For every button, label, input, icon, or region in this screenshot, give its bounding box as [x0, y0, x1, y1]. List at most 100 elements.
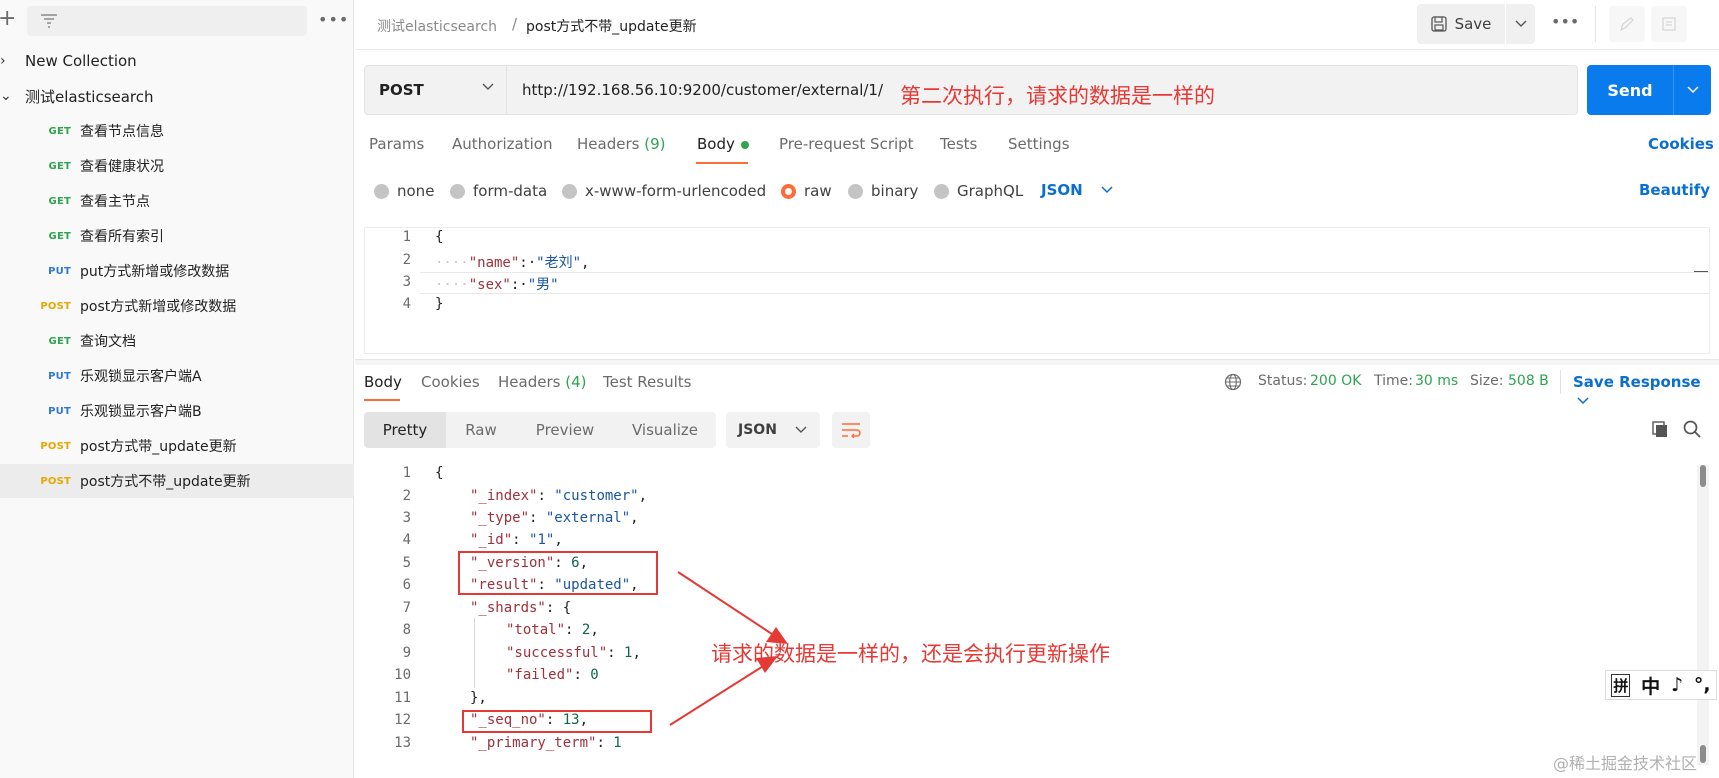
send-button[interactable]: Send [1587, 65, 1673, 115]
highlight-box-seq-no [462, 710, 652, 733]
response-tab-cookies[interactable]: Cookies [421, 373, 480, 391]
request-name: 乐观锁显示客户端B [80, 404, 202, 420]
response-tab-headers[interactable]: Headers (4) [498, 373, 586, 391]
request-name: 查看所有索引 [80, 229, 164, 245]
send-dropdown-button[interactable] [1673, 65, 1711, 115]
search-icon[interactable] [1683, 420, 1701, 438]
tab-pre-request-script[interactable]: Pre-request Script [779, 135, 914, 153]
view-pretty-button[interactable]: Pretty [364, 412, 446, 448]
more-options-icon[interactable]: ••• [1551, 12, 1579, 31]
http-method-select[interactable]: POST [364, 65, 507, 115]
filter-input[interactable] [27, 6, 307, 36]
sidebar-request-item[interactable]: PUT 乐观锁显示客户端A [0, 359, 354, 393]
sidebar-request-item[interactable]: POST post方式新增或修改数据 [0, 289, 354, 323]
sidebar-request-item[interactable]: POST post方式带_update更新 [0, 429, 354, 463]
sidebar-request-item[interactable]: GET 查看节点信息 [0, 114, 354, 148]
response-scrollbar[interactable] [1697, 465, 1709, 765]
sidebar-request-item[interactable]: GET 查询文档 [0, 324, 354, 358]
pane-splitter[interactable] [355, 359, 1719, 365]
http-method-value: POST [379, 81, 424, 99]
radio-none[interactable]: none [374, 182, 434, 200]
size-value[interactable]: 508 B [1508, 373, 1549, 389]
status-value[interactable]: 200 OK [1310, 373, 1361, 389]
chevron-down-icon [1686, 86, 1699, 94]
response-tab-test-results[interactable]: Test Results [603, 373, 691, 391]
cookies-link[interactable]: Cookies [1648, 135, 1714, 153]
radio-circle [450, 183, 465, 199]
new-collection-plus-icon[interactable]: + [0, 6, 16, 31]
save-response-button[interactable]: Save Response [1573, 373, 1719, 409]
response-active-tab-underline [364, 399, 400, 401]
edit-pencil-icon[interactable] [1609, 6, 1645, 42]
radio-label: none [397, 182, 435, 200]
request-method-badge: POST [40, 475, 71, 487]
radio-raw[interactable]: raw [781, 182, 832, 200]
time-value[interactable]: 30 ms [1415, 373, 1458, 389]
json-key: "failed" [506, 667, 574, 683]
radio-graphql[interactable]: GraphQL [934, 182, 1023, 200]
radio-label: GraphQL [957, 182, 1024, 200]
wrap-lines-button[interactable] [832, 412, 870, 448]
sidebar-request-item[interactable]: PUT put方式新增或修改数据 [0, 254, 354, 288]
line-number: 12 [394, 712, 411, 728]
raw-language-select[interactable]: JSON [1041, 181, 1113, 199]
chevron-down-icon [795, 426, 807, 433]
tab-tests[interactable]: Tests [940, 135, 977, 153]
json-value: "external" [545, 510, 631, 526]
chevron-right-icon[interactable]: › [0, 53, 25, 69]
documentation-icon[interactable] [1651, 6, 1687, 42]
json-value: "customer" [554, 488, 639, 504]
json-line-index: "_index": "customer", [470, 488, 648, 504]
radio-binary[interactable]: binary [848, 182, 918, 200]
tab-settings[interactable]: Settings [1008, 135, 1070, 153]
json-value: "1" [529, 532, 555, 548]
view-preview-button[interactable]: Preview [516, 412, 614, 448]
status-label: Status: [1258, 373, 1308, 389]
beautify-link[interactable]: Beautify [1639, 181, 1710, 199]
copy-icon[interactable] [1651, 420, 1669, 438]
chevron-down-icon [1101, 186, 1113, 194]
globe-icon[interactable] [1224, 373, 1242, 391]
save-label: Save [1454, 15, 1492, 33]
ime-toolbar[interactable]: 拼 中 ♪ °, [1605, 670, 1717, 700]
radio-form-data[interactable]: form-data [450, 182, 547, 200]
chevron-down-icon[interactable]: ⌄ [0, 88, 25, 104]
tab-authorization[interactable]: Authorization [452, 135, 552, 153]
save-dropdown-button[interactable] [1506, 4, 1535, 44]
raw-language-value: JSON [1041, 181, 1083, 199]
ime-chinese-icon[interactable]: 中 [1641, 672, 1660, 699]
view-raw-button[interactable]: Raw [446, 412, 516, 448]
request-name: put方式新增或修改数据 [80, 264, 230, 280]
line-number: 5 [402, 555, 411, 571]
response-tab-body[interactable]: Body [364, 373, 402, 391]
sidebar-request-item[interactable]: POST post方式不带_update更新 [0, 464, 354, 498]
save-button[interactable]: Save [1417, 4, 1505, 44]
breadcrumb-request-name[interactable]: post方式不带_update更新 [526, 16, 697, 36]
sidebar-request-item[interactable]: GET 查看所有索引 [0, 219, 354, 253]
request-name: 查看健康状况 [80, 159, 164, 175]
breadcrumb-collection[interactable]: 测试elasticsearch [377, 16, 497, 36]
code-brace-open: { [435, 465, 444, 481]
highlight-box-version-result [458, 551, 658, 595]
ime-moon-icon[interactable]: ♪ [1671, 674, 1683, 696]
json-value: 1 [613, 735, 622, 751]
sidebar-request-item[interactable]: GET 查看主节点 [0, 184, 354, 218]
sidebar-request-item[interactable]: PUT 乐观锁显示客户端B [0, 394, 354, 428]
tab-params[interactable]: Params [369, 135, 424, 153]
tab-body[interactable]: Body [697, 135, 749, 153]
radio-x-www-form-urlencoded[interactable]: x-www-form-urlencoded [562, 182, 766, 200]
request-name: 查看主节点 [80, 194, 150, 210]
ime-pinyin-icon[interactable]: 拼 [1611, 673, 1631, 697]
view-visualize-button[interactable]: Visualize [614, 412, 716, 448]
response-format-select[interactable]: JSON [726, 412, 820, 448]
collection-new-collection[interactable]: › New Collection [0, 44, 354, 78]
scrollbar-thumb[interactable] [1700, 465, 1706, 487]
scroll-arrow-down[interactable] [1700, 745, 1706, 763]
request-method-badge: POST [40, 440, 71, 452]
tab-headers[interactable]: Headers (9) [577, 135, 665, 153]
sidebar-request-item[interactable]: GET 查看健康状况 [0, 149, 354, 183]
collection-elasticsearch[interactable]: ⌄ 测试elasticsearch [0, 79, 354, 113]
request-name: post方式新增或修改数据 [80, 299, 237, 315]
ime-punctuation-icon[interactable]: °, [1694, 674, 1711, 696]
sidebar-more-icon[interactable]: ••• [318, 10, 349, 29]
